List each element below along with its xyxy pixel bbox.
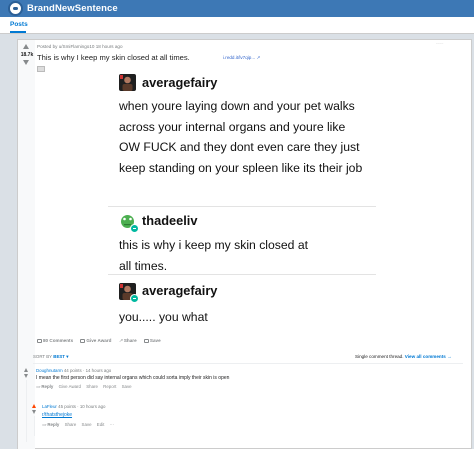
comments-label: 80 Comments	[43, 338, 74, 343]
reply-label: Reply	[41, 384, 54, 389]
subreddit-title[interactable]: BrandNewSentence	[27, 3, 118, 14]
tumblr-text: when youre laying down and your pet walk…	[119, 99, 363, 175]
reply-button[interactable]: ▭ Reply	[36, 384, 53, 389]
post-link[interactable]: i.redd.it/lv7qip... ↗	[223, 55, 260, 61]
post-meta[interactable]: Posted by u/SmiFlamingo10 18 hours ago	[37, 44, 123, 49]
more-options-icon[interactable]: ···	[110, 422, 114, 427]
sidebar-text: ...........	[436, 42, 444, 45]
share-icon: ↗	[118, 338, 123, 343]
sort-label: SORT BY	[33, 354, 53, 359]
comment-text: I mean the first person did say internal…	[36, 375, 230, 381]
view-all-comments-link[interactable]: View all comments →	[405, 354, 452, 359]
reply-icon: ▭	[42, 422, 47, 427]
subreddit-link[interactable]: r/thatsthejoke	[42, 412, 72, 418]
comment-actions: ▭ Reply Give Award Share Report Save	[36, 384, 136, 390]
comments-button[interactable]: 80 Comments	[37, 338, 73, 343]
comment-actions: ▭ Reply Share Save Edit ···	[42, 422, 118, 428]
divider	[108, 206, 376, 207]
reply-label: Reply	[47, 422, 60, 427]
comment-author[interactable]: Doughnutarm	[36, 368, 63, 373]
reblog-icon	[130, 294, 139, 303]
comment-time: 10 hours ago	[79, 404, 106, 409]
comment-downvote-icon[interactable]	[32, 410, 36, 414]
upvote-icon[interactable]	[23, 44, 29, 49]
comment-upvote-icon[interactable]	[24, 368, 28, 372]
comment-points: 45 points	[58, 404, 76, 409]
tumblr-username: averagefairy	[142, 283, 218, 298]
downvote-icon[interactable]	[23, 60, 29, 65]
single-thread-text: Single comment thread.	[355, 354, 404, 359]
save-button[interactable]: Save	[122, 384, 132, 389]
thread-line[interactable]	[26, 380, 27, 442]
give-award-button[interactable]: Give Award	[59, 384, 81, 389]
comment-points: 44 points	[63, 368, 82, 373]
share-button[interactable]: ↗ Share	[119, 338, 137, 343]
tumblr-text: you..... you what	[119, 310, 208, 324]
image-thumbnail-icon[interactable]	[37, 66, 45, 72]
save-label: Save	[149, 338, 161, 343]
thread-line[interactable]	[34, 416, 35, 436]
comment-author[interactable]: LaFleur	[42, 404, 57, 409]
bookmark-icon	[143, 339, 149, 343]
share-label: Share	[123, 338, 137, 343]
comment-header: LaFleur 45 points · 10 hours ago	[42, 404, 106, 409]
divider	[33, 363, 463, 364]
save-button[interactable]: Save	[82, 422, 92, 427]
post-image[interactable]: averagefairy when youre laying down and …	[108, 63, 376, 361]
reply-button[interactable]: ▭ Reply	[42, 422, 59, 427]
sort-value: BEST	[53, 354, 65, 359]
sort-dropdown[interactable]: BEST ▾	[53, 354, 68, 359]
avatar	[119, 74, 136, 91]
tumblr-text: this is why i keep my skin closed at all…	[119, 238, 308, 273]
edit-button[interactable]: Edit	[97, 422, 105, 427]
divider	[108, 274, 376, 275]
comment-time: 14 hours ago	[85, 368, 112, 373]
subreddit-banner: BrandNewSentence	[0, 0, 474, 17]
post-title[interactable]: This is why I keep my skin closed at all…	[37, 53, 190, 62]
comment-icon	[37, 339, 42, 343]
post-actions: 80 Comments Give Award ↗ Share Save	[37, 338, 167, 344]
active-tab-indicator	[10, 31, 26, 33]
tab-bar: Posts	[0, 17, 474, 34]
post-link-text[interactable]: i.redd.it/lv7qip...	[223, 55, 255, 60]
tumblr-username: averagefairy	[142, 75, 218, 90]
share-button[interactable]: Share	[65, 422, 77, 427]
tab-posts[interactable]: Posts	[10, 21, 28, 28]
comment-text: r/thatsthejoke	[42, 412, 72, 418]
give-award-label: Give Award	[86, 338, 112, 343]
chevron-down-icon: ▾	[66, 354, 69, 359]
comment-downvote-icon[interactable]	[24, 374, 28, 378]
single-thread-note: Single comment thread. View all comments…	[355, 354, 452, 359]
reblog-icon	[130, 224, 139, 233]
save-button[interactable]: Save	[143, 338, 161, 343]
external-link-icon[interactable]: ↗	[256, 55, 260, 60]
comment-upvote-icon[interactable]	[32, 404, 36, 408]
reply-icon: ▭	[36, 384, 41, 389]
report-button[interactable]: Report	[103, 384, 116, 389]
give-award-button[interactable]: Give Award	[80, 338, 111, 343]
person-avatar-icon	[120, 75, 133, 91]
post-card: 18.7k Posted by u/SmiFlamingo10 18 hours…	[17, 39, 472, 449]
subreddit-logo-icon[interactable]	[8, 1, 23, 16]
post-score: 18.7k	[20, 52, 34, 58]
sort-bar: SORT BY BEST ▾	[33, 354, 68, 360]
tumblr-username: thadeeliv	[142, 213, 198, 228]
award-icon	[80, 339, 86, 343]
comment-header: Doughnutarm 44 points · 14 hours ago	[36, 368, 112, 373]
share-button[interactable]: Share	[86, 384, 98, 389]
